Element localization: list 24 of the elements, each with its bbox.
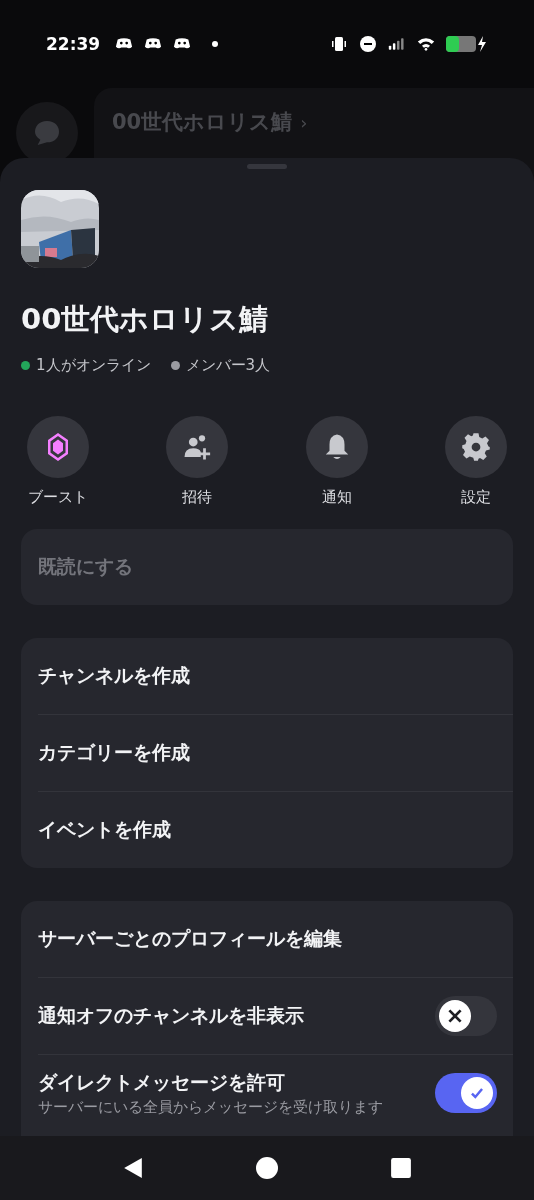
item-label: カテゴリーを作成 <box>38 740 191 765</box>
menu-item[interactable]: イベントを作成 <box>38 792 513 868</box>
status-time: 22:39 <box>46 34 101 54</box>
server-name: 00世代ホロリス鯖 <box>21 301 270 338</box>
chevron: › <box>300 111 308 133</box>
item-label: チャンネルを作成 <box>38 663 191 688</box>
action-label: 設定 <box>461 488 491 507</box>
menu-item[interactable]: ダイレクトメッセージを許可 サーバーにいる全員からメッセージを受け取ります <box>38 1055 513 1131</box>
item-description: サーバーにいる全員からメッセージを受け取ります <box>38 1097 384 1117</box>
menu-item[interactable]: サーバーごとのプロフィールを編集 <box>38 901 513 977</box>
item-label: 既読にする <box>38 554 134 579</box>
item-label: ダイレクトメッセージを許可 <box>38 1069 286 1095</box>
online-count: 1人がオンライン <box>36 356 151 375</box>
item-label: 通知オフのチャンネルを非表示 <box>38 1003 305 1028</box>
action-label: 招待 <box>182 488 213 507</box>
menu-item[interactable]: 通知オフのチャンネルを非表示 <box>38 978 513 1054</box>
menu-item[interactable]: チャンネルを作成 <box>38 638 513 714</box>
server-title: 00世代ホロリス鯖 <box>112 109 293 136</box>
member-count: メンバー3人 <box>185 356 271 375</box>
menu-item[interactable]: カテゴリーを作成 <box>38 715 513 791</box>
item-label: イベントを作成 <box>38 817 172 842</box>
action-label: ブースト <box>28 488 88 507</box>
action-label: 通知 <box>321 488 352 507</box>
item-label: サーバーごとのプロフィールを編集 <box>38 926 343 951</box>
